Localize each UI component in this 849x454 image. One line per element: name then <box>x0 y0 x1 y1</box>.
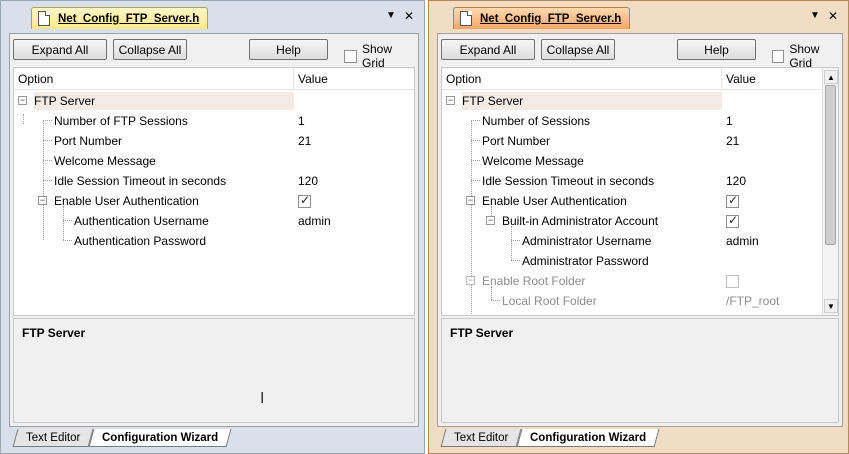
row-value[interactable]: 21 <box>298 134 311 148</box>
tree-row-number-of-ftp-sessions[interactable]: Number of FTP Sessions 1 <box>14 111 414 131</box>
description-pane: FTP Server <box>13 318 415 423</box>
tab-configuration-wizard[interactable]: Configuration Wizard <box>88 429 232 447</box>
row-value[interactable]: /FTP_root <box>726 294 779 308</box>
show-grid-label: Show Grid <box>789 42 820 70</box>
tree-row-authentication-password[interactable]: Authentication Password <box>14 231 414 251</box>
tree-row-enable-root-folder[interactable]: − Enable Root Folder <box>442 271 838 291</box>
vertical-scrollbar[interactable]: ▲ ▼ <box>822 68 838 315</box>
panel-titlebar: Net_Config_FTP_Server.h ▼ ✕ <box>429 1 848 31</box>
tree-row-welcome-message[interactable]: Welcome Message <box>14 151 414 171</box>
tree-row-administrator-password[interactable]: Administrator Password <box>442 251 838 271</box>
tree-row-port-number[interactable]: Port Number 21 <box>14 131 414 151</box>
expand-all-button[interactable]: Expand All <box>13 39 107 60</box>
collapse-icon[interactable]: − <box>466 276 475 285</box>
row-value[interactable]: admin <box>298 214 331 228</box>
collapse-all-button[interactable]: Collapse All <box>541 39 615 60</box>
bottom-tab-strip: Text Editor Configuration Wizard <box>11 429 419 449</box>
tree-row-welcome-message[interactable]: Welcome Message <box>442 151 838 171</box>
column-header-option[interactable]: Option <box>446 72 481 86</box>
tree-row-enable-user-authentication[interactable]: − Enable User Authentication <box>14 191 414 211</box>
options-grid: Option Value − FTP Server Number of Sess… <box>441 67 839 316</box>
row-value[interactable]: 1 <box>726 114 733 128</box>
enable-root-folder-checkbox[interactable] <box>726 275 739 288</box>
grid-header: Option Value <box>14 68 414 90</box>
row-value[interactable]: 120 <box>726 174 746 188</box>
column-header-option[interactable]: Option <box>18 72 53 86</box>
show-grid-toggle[interactable]: Show Grid <box>772 42 842 70</box>
collapse-icon[interactable]: − <box>446 96 455 105</box>
text-cursor-icon: I <box>260 390 265 407</box>
close-icon[interactable]: ✕ <box>826 9 840 23</box>
collapse-icon[interactable]: − <box>486 216 495 225</box>
collapse-icon[interactable]: − <box>466 196 475 205</box>
close-icon[interactable]: ✕ <box>402 9 416 23</box>
description-title: FTP Server <box>22 326 86 340</box>
row-value[interactable]: 1 <box>298 114 305 128</box>
document-tab-label: Net_Config_FTP_Server.h <box>58 12 200 25</box>
column-header-value[interactable]: Value <box>298 72 328 86</box>
config-wizard-content: Expand All Collapse All Help Show Grid O… <box>9 33 419 427</box>
tree-row-administrator-username[interactable]: Administrator Username admin <box>442 231 838 251</box>
window-menu-dropdown-icon[interactable]: ▼ <box>808 9 822 23</box>
scroll-thumb[interactable] <box>825 85 836 245</box>
show-grid-checkbox[interactable] <box>344 49 357 63</box>
tree-row-built-in-administrator-account[interactable]: − Built-in Administrator Account <box>442 211 838 231</box>
bottom-tab-strip: Text Editor Configuration Wizard <box>439 429 843 449</box>
description-pane: FTP Server <box>441 318 839 423</box>
show-grid-toggle[interactable]: Show Grid <box>344 42 418 70</box>
left-editor-panel: Net_Config_FTP_Server.h ▼ ✕ Expand All C… <box>0 0 425 454</box>
row-value[interactable]: admin <box>726 234 759 248</box>
config-wizard-content: Expand All Collapse All Help Show Grid O… <box>437 33 843 427</box>
collapse-all-button[interactable]: Collapse All <box>113 39 187 60</box>
document-tab-label: Net_Config_FTP_Server.h <box>480 12 622 25</box>
scroll-up-arrow-icon[interactable]: ▲ <box>824 70 838 84</box>
tree-row-ftp-server[interactable]: − FTP Server <box>14 91 414 111</box>
document-tab[interactable]: Net_Config_FTP_Server.h <box>31 7 209 29</box>
expand-all-button[interactable]: Expand All <box>441 39 535 60</box>
collapse-icon[interactable]: − <box>18 96 27 105</box>
file-icon <box>460 11 472 26</box>
tab-text-editor[interactable]: Text Editor <box>12 429 94 447</box>
show-grid-checkbox[interactable] <box>772 49 785 63</box>
wizard-toolbar: Expand All Collapse All Help Show Grid <box>438 34 842 70</box>
enable-user-authentication-checkbox[interactable] <box>298 193 311 208</box>
column-header-value[interactable]: Value <box>726 72 756 86</box>
row-value[interactable]: 21 <box>726 134 739 148</box>
tree-row-local-root-folder[interactable]: Local Root Folder /FTP_root <box>442 291 838 311</box>
tab-configuration-wizard[interactable]: Configuration Wizard <box>516 429 660 447</box>
grid-header: Option Value <box>442 68 838 90</box>
window-menu-dropdown-icon[interactable]: ▼ <box>384 9 398 23</box>
description-title: FTP Server <box>450 326 514 340</box>
tree-row-port-number[interactable]: Port Number 21 <box>442 131 838 151</box>
options-grid: Option Value − FTP Server Number of FTP … <box>13 67 415 316</box>
built-in-administrator-account-checkbox[interactable] <box>726 213 739 228</box>
tree-row-authentication-username[interactable]: Authentication Username admin <box>14 211 414 231</box>
collapse-icon[interactable]: − <box>38 196 47 205</box>
help-button[interactable]: Help <box>249 39 328 60</box>
wizard-toolbar: Expand All Collapse All Help Show Grid <box>10 34 418 70</box>
row-value[interactable]: 120 <box>298 174 318 188</box>
document-tab[interactable]: Net_Config_FTP_Server.h <box>453 7 631 29</box>
tree-row-idle-session-timeout[interactable]: Idle Session Timeout in seconds 120 <box>442 171 838 191</box>
show-grid-label: Show Grid <box>362 42 393 70</box>
tree-row-enable-user-authentication[interactable]: − Enable User Authentication <box>442 191 838 211</box>
file-icon <box>38 11 50 26</box>
help-button[interactable]: Help <box>677 39 756 60</box>
scroll-down-arrow-icon[interactable]: ▼ <box>824 299 838 313</box>
tree-row-number-of-sessions[interactable]: Number of Sessions 1 <box>442 111 838 131</box>
panel-titlebar: Net_Config_FTP_Server.h ▼ ✕ <box>1 1 424 31</box>
right-editor-panel: Net_Config_FTP_Server.h ▼ ✕ Expand All C… <box>428 0 849 454</box>
tree-row-idle-session-timeout[interactable]: Idle Session Timeout in seconds 120 <box>14 171 414 191</box>
tree-row-ftp-server[interactable]: − FTP Server <box>442 91 838 111</box>
tab-text-editor[interactable]: Text Editor <box>440 429 522 447</box>
enable-user-authentication-checkbox[interactable] <box>726 193 739 208</box>
